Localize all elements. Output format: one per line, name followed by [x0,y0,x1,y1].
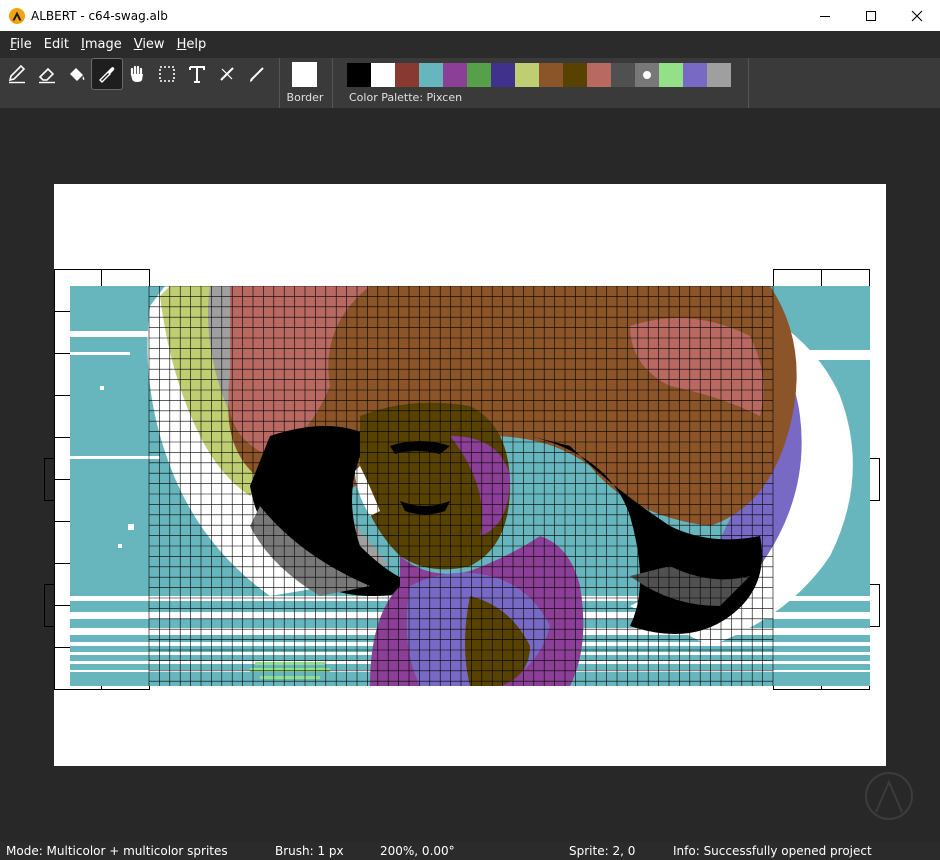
status-brush: Brush: 1 px [275,844,344,858]
status-mode: Mode: Multicolor + multicolor sprites [6,844,228,858]
sprite-frame [869,458,880,501]
status-zoom: 200%, 0.00° [380,844,455,858]
sprite-frame [44,584,55,627]
sprite-frame [869,584,880,627]
character-grid-overlay [148,286,774,686]
status-sprite: Sprite: 2, 0 [569,844,636,858]
status-info: Info: Successfully opened project [673,844,872,858]
sprite-frame [44,458,55,501]
image-canvas[interactable] [70,286,870,686]
status-bar: Mode: Multicolor + multicolor sprites Br… [0,842,940,860]
